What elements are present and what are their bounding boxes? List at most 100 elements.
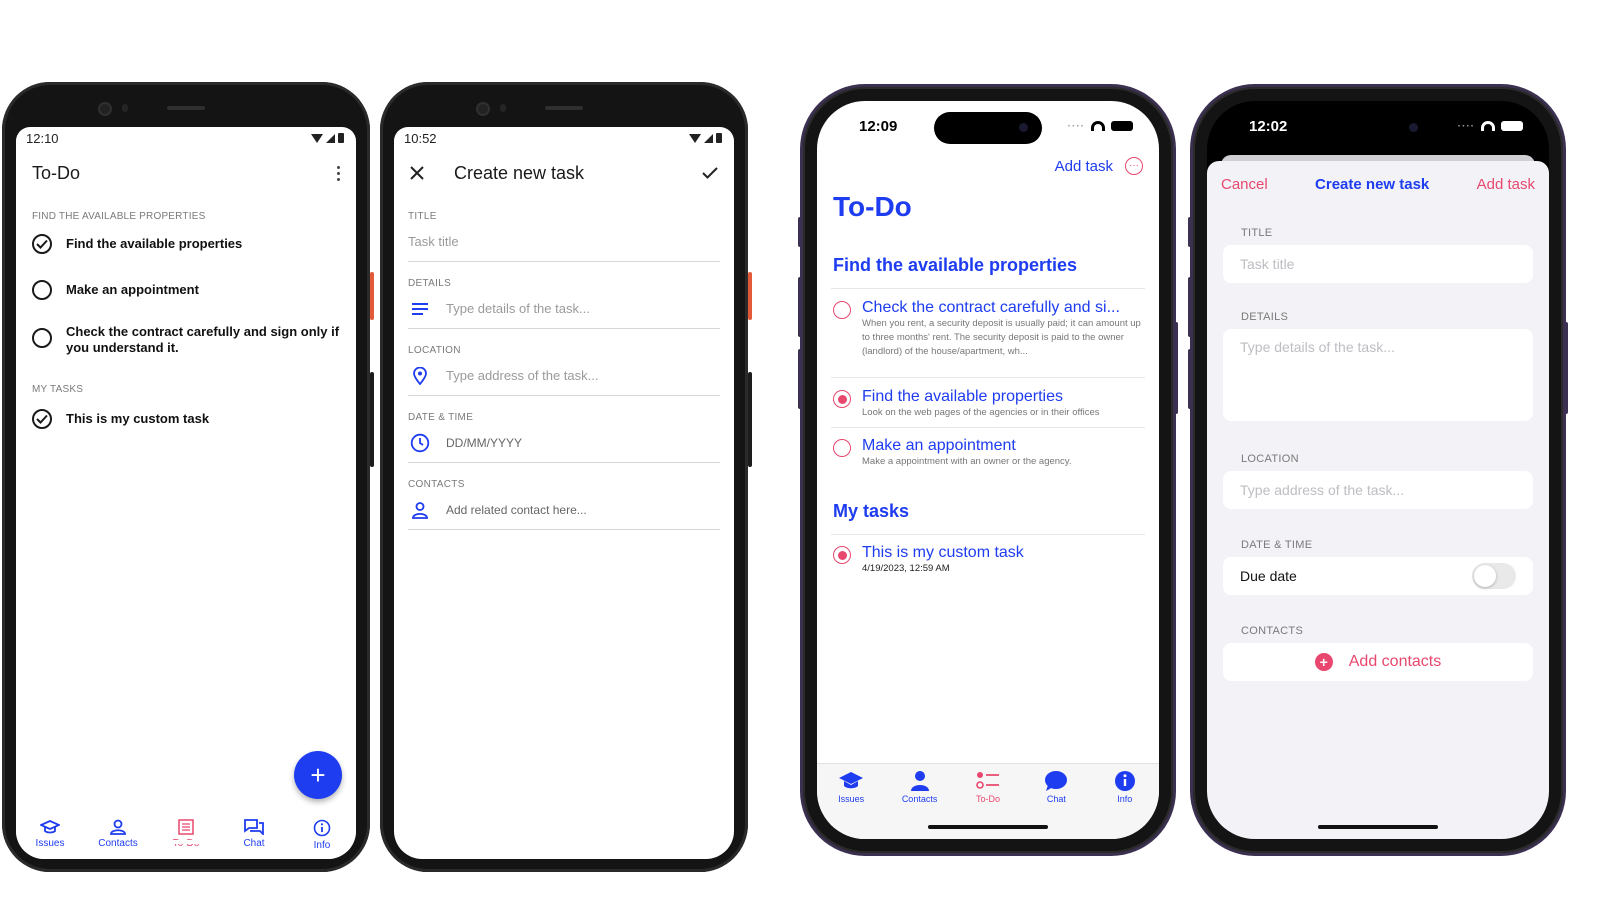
tab-chat[interactable]: Chat [224, 819, 284, 849]
task-contact-input[interactable]: Add related contact here... [408, 490, 720, 530]
due-date-toggle[interactable] [1472, 563, 1516, 589]
dynamic-island [1324, 112, 1432, 144]
android-phone-list: 12:10 To-Do FIND THE AVAILABLE PROPERTIE… [2, 82, 374, 872]
checked-circle-icon[interactable] [32, 234, 52, 254]
battery-icon [1111, 121, 1133, 131]
more-vert-icon[interactable] [337, 165, 340, 181]
list-item-label: This is my custom task [66, 411, 210, 426]
list-item[interactable]: Check the contract carefully and sign on… [16, 322, 356, 356]
unchecked-circle-icon[interactable] [32, 328, 52, 348]
ios-list-screen: 12:09 ···· Add task ··· To-Do Find the a… [817, 101, 1159, 839]
signal-icon: ···· [1067, 120, 1085, 132]
due-date-row: Due date [1223, 557, 1533, 595]
tab-issues[interactable]: Issues [821, 770, 881, 839]
home-indicator [518, 840, 610, 844]
power-button [748, 272, 752, 320]
task-location-input[interactable]: Type address of the task... [408, 356, 720, 396]
task-title-input[interactable]: Task title [1223, 245, 1533, 283]
list-item[interactable]: This is my custom task [16, 409, 356, 429]
info-icon [313, 819, 331, 837]
add-contacts-button[interactable]: + Add contacts [1223, 643, 1533, 681]
page-title: To-Do [833, 191, 912, 222]
clock-icon [410, 433, 430, 452]
task-date: 4/19/2023, 12:59 AM [862, 563, 950, 574]
sensor [122, 104, 128, 112]
task-subtitle: Look on the web pages of the agencies or… [862, 407, 1100, 418]
task-title: Check the contract carefully and si... [862, 299, 1120, 316]
title-label: TITLE [1241, 227, 1273, 239]
home-indicator [140, 840, 232, 844]
list-item[interactable]: Make an appointment [16, 280, 356, 300]
mute-switch [798, 217, 802, 247]
list-item-label: Make an appointment [66, 282, 199, 297]
list-item[interactable]: This is my custom task 4/19/2023, 12:59 … [817, 544, 1159, 576]
task-subtitle: When you rent, a security deposit is usu… [862, 318, 1141, 357]
close-icon[interactable] [410, 166, 424, 180]
details-label: DETAILS [408, 278, 452, 289]
radio-checked-icon[interactable] [833, 546, 851, 564]
location-label: LOCATION [408, 345, 461, 356]
list-item[interactable]: Check the contract carefully and si... W… [817, 299, 1159, 359]
task-title: This is my custom task [862, 544, 1024, 561]
app-bar: To-Do [16, 149, 356, 197]
list-item[interactable]: Make an appointment Make a appointment w… [817, 437, 1159, 469]
list-item-label: Check the contract carefully and sign on… [66, 324, 340, 355]
volume-down-button [1188, 349, 1192, 409]
status-time: 12:10 [26, 130, 59, 146]
details-label: DETAILS [1241, 311, 1289, 323]
iphone-list: 12:09 ···· Add task ··· To-Do Find the a… [798, 87, 1178, 853]
task-details-input[interactable]: Type details of the task... [1223, 329, 1533, 421]
add-task-button[interactable]: Add task [1477, 176, 1535, 193]
check-icon[interactable] [702, 167, 718, 179]
task-location-input[interactable]: Type address of the task... [1223, 471, 1533, 509]
graduation-cap-icon [839, 772, 864, 789]
location-label: LOCATION [1241, 453, 1299, 465]
task-date-input[interactable]: DD/MM/YYYY [408, 423, 720, 463]
radio-checked-icon[interactable] [833, 390, 851, 408]
volume-up-button [798, 277, 802, 337]
cancel-button[interactable]: Cancel [1221, 176, 1268, 193]
tab-info[interactable]: Info [1095, 770, 1155, 839]
location-pin-icon [413, 366, 427, 385]
task-form: TITLE Task title DETAILS Type details of… [394, 197, 734, 530]
list-item[interactable]: Find the available properties [16, 234, 356, 254]
wifi-icon [1091, 121, 1105, 131]
battery-icon [716, 133, 722, 143]
more-icon[interactable]: ··· [1125, 157, 1143, 175]
signal-icon [326, 133, 335, 143]
person-icon [412, 501, 428, 519]
task-title-input[interactable]: Task title [408, 222, 720, 262]
camera-icon [100, 104, 110, 114]
sensor [500, 104, 506, 112]
page-title: Create new task [454, 162, 585, 183]
android-list-screen: 12:10 To-Do FIND THE AVAILABLE PROPERTIE… [16, 127, 356, 859]
section-header: Find the available properties [833, 255, 1078, 275]
chat-icon [244, 819, 264, 835]
tab-issues[interactable]: Issues [20, 819, 80, 849]
add-task-button[interactable]: Add task [1055, 158, 1113, 175]
tab-todo[interactable]: To-Do [156, 819, 216, 849]
checked-circle-icon[interactable] [32, 409, 52, 429]
list-item[interactable]: Find the available properties Look on th… [817, 388, 1159, 420]
person-icon [910, 771, 929, 791]
iphone-create: 12:02 ···· Cancel Create new task Add ta… [1188, 87, 1568, 853]
task-details-input[interactable]: Type details of the task... [408, 289, 720, 329]
tab-contacts[interactable]: Contacts [88, 819, 148, 849]
status-bar: 12:10 [16, 127, 356, 149]
speaker [167, 106, 205, 110]
volume-button [370, 372, 374, 467]
tab-info[interactable]: Info [292, 819, 352, 851]
task-subtitle: Make a appointment with an owner or the … [862, 456, 1072, 467]
unchecked-circle-icon[interactable] [32, 280, 52, 300]
home-indicator [1318, 825, 1438, 829]
wifi-icon [1481, 121, 1495, 131]
battery-icon [338, 133, 344, 143]
android-phone-create: 10:52 Create new task TITLE Task title D… [380, 82, 752, 872]
radio-unchecked-icon[interactable] [833, 301, 851, 319]
volume-button [748, 372, 752, 467]
radio-unchecked-icon[interactable] [833, 439, 851, 457]
notes-icon [412, 302, 428, 315]
battery-icon [1501, 121, 1523, 131]
add-task-fab[interactable]: + [294, 751, 342, 799]
person-icon [110, 819, 126, 835]
